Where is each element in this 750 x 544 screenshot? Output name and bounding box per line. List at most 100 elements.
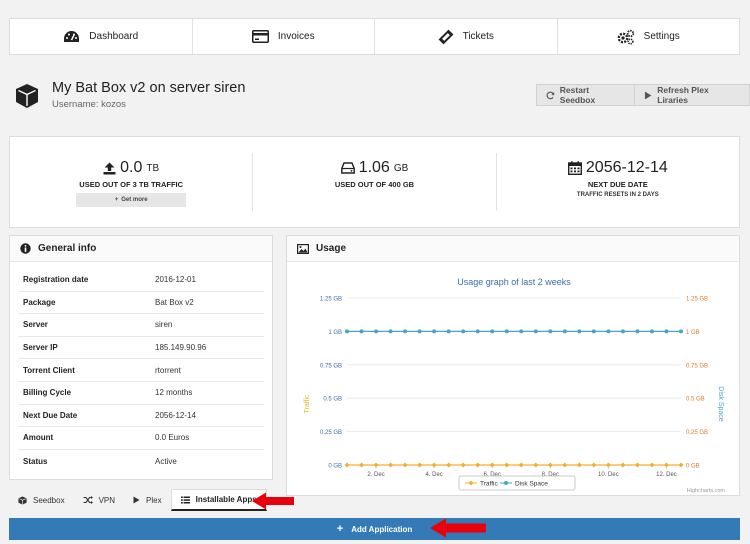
chart-title: Usage graph of last 2 weeks [457, 277, 571, 287]
data-point-disk-space [432, 329, 437, 334]
shuffle-icon [83, 496, 93, 504]
data-point-traffic [475, 462, 481, 468]
restart-seedbox-button[interactable]: Restart Seedbox [536, 84, 636, 106]
annotation-arrow-tab [252, 492, 294, 510]
y-tick-label-left: 0 GB [328, 464, 342, 470]
tab-seedbox[interactable]: Seedbox [9, 489, 74, 511]
usage-panel: Usage Usage graph of last 2 weeks 0 GB 0.… [286, 235, 740, 496]
info-value: 0.0 Euros [155, 433, 190, 443]
traffic-stat: 0.0 TB USED OUT OF 3 TB TRAFFIC + Get mor… [10, 137, 252, 227]
data-point-disk-space [388, 329, 393, 334]
restart-seedbox-label: Restart Seedbox [559, 85, 596, 105]
data-point-disk-space [664, 329, 669, 334]
calendar-icon [567, 161, 582, 175]
data-point-traffic [373, 462, 379, 468]
due-date-value: 2056-12-14 [585, 159, 668, 176]
tab-vpn[interactable]: VPN [74, 489, 124, 511]
data-point-disk-space [519, 329, 524, 334]
nav-settings[interactable]: Settings [558, 19, 740, 54]
data-point-traffic [417, 462, 423, 468]
y-tick-label-right: 0 GB [686, 464, 700, 470]
y-tick-label-left: 1.25 GB [320, 297, 342, 303]
info-value: 185.149.90.96 [155, 343, 207, 353]
data-point-traffic [678, 462, 684, 468]
y-tick-label-left: 0.75 GB [320, 363, 342, 369]
chart-credit: Highcharts.com [687, 488, 726, 494]
data-point-disk-space [562, 329, 567, 334]
nav-invoices-label: Invoices [277, 31, 315, 42]
chart-legend: Traffic Disk Space [458, 475, 576, 491]
data-point-disk-space [620, 329, 625, 334]
usage-header: Usage [287, 236, 739, 262]
data-point-traffic [533, 462, 539, 468]
data-point-traffic [359, 462, 365, 468]
gears-icon [617, 29, 634, 45]
cube-icon [16, 84, 38, 108]
data-point-disk-space [374, 329, 379, 334]
data-point-disk-space [403, 329, 408, 334]
x-tick-label: 4. Dec [425, 472, 442, 478]
data-point-traffic [649, 462, 655, 468]
tab-plex-label: Plex [146, 495, 162, 505]
data-point-traffic [489, 462, 495, 468]
page-title: My Bat Box v2 on server siren [52, 80, 246, 96]
data-point-disk-space [345, 329, 349, 334]
nav-dashboard[interactable]: Dashboard [10, 19, 193, 54]
info-value: 12 months [155, 388, 193, 398]
info-key: Server [23, 320, 48, 330]
disk-stat: 1.06 GB USED OUT OF 400 GB [252, 153, 495, 211]
ticket-icon [438, 29, 454, 44]
y-tick-label-left: 1 GB [328, 330, 342, 336]
traffic-value: 0.0 [120, 159, 143, 176]
data-point-traffic [634, 462, 640, 468]
y-tick-label-right: 1.25 GB [686, 297, 708, 303]
play-icon [133, 496, 140, 504]
due-date-stat: 2056-12-14 NEXT DUE DATE TRAFFIC RESETS … [495, 153, 739, 211]
x-tick-label: 10. Dec [598, 472, 619, 478]
table-row: Registration date 2016-12-01 [18, 269, 264, 292]
tab-installable-apps-label: Installable Apps [195, 495, 257, 504]
traffic-reset-note: TRAFFIC RESETS IN 2 DAYS [576, 192, 659, 198]
tab-bar: Seedbox VPN Plex Installable Apps [9, 489, 267, 511]
data-point-traffic [663, 462, 669, 468]
data-point-disk-space [577, 329, 582, 334]
data-point-disk-space [461, 329, 466, 334]
info-table: Registration date 2016-12-01 Package Bat B… [18, 269, 264, 472]
y-axis-label-right: Disk Space [717, 386, 724, 422]
refresh-icon [546, 91, 555, 99]
disk-value: 1.06 [358, 159, 390, 176]
refresh-plex-button[interactable]: Refresh Plex Liraries [635, 84, 750, 106]
data-point-disk-space [606, 329, 611, 334]
top-navigation: Dashboard Invoices Tickets Settings [9, 18, 740, 55]
tab-plex[interactable]: Plex [124, 489, 171, 511]
nav-tickets-label: Tickets [462, 31, 494, 42]
data-point-traffic [388, 462, 394, 468]
data-point-traffic [344, 462, 350, 468]
y-tick-label-left: 0.5 GB [323, 397, 342, 403]
nav-tickets[interactable]: Tickets [375, 19, 558, 54]
data-point-disk-space [649, 329, 654, 334]
y-tick-label-right: 0.75 GB [686, 363, 708, 369]
info-key: Server IP [23, 343, 58, 353]
table-row: Torrent Client rtorrent [18, 359, 264, 382]
get-more-button[interactable]: + Get more [76, 193, 187, 207]
data-point-traffic [446, 462, 452, 468]
table-row: Status Active [18, 450, 264, 473]
info-key: Torrent Client [23, 365, 75, 375]
usage-title: Usage [316, 243, 347, 254]
table-row: Amount 0.0 Euros [18, 427, 264, 450]
action-buttons: Restart Seedbox Refresh Plex Liraries [536, 84, 750, 106]
table-row: Server IP 185.149.90.96 [18, 337, 264, 360]
y-tick-label-right: 0.25 GB [686, 430, 708, 436]
stats-panel: 0.0 TB USED OUT OF 3 TB TRAFFIC + Get mor… [9, 136, 740, 228]
hdd-icon [340, 162, 355, 174]
data-point-disk-space [504, 329, 509, 334]
info-value: Active [155, 456, 177, 466]
play-icon [645, 91, 652, 99]
box-icon [18, 495, 27, 505]
info-key: Registration date [23, 275, 89, 285]
nav-invoices[interactable]: Invoices [193, 19, 375, 54]
add-application-button[interactable]: + Add Application [9, 518, 740, 540]
data-point-disk-space [533, 329, 538, 334]
info-key: Package [23, 297, 56, 307]
